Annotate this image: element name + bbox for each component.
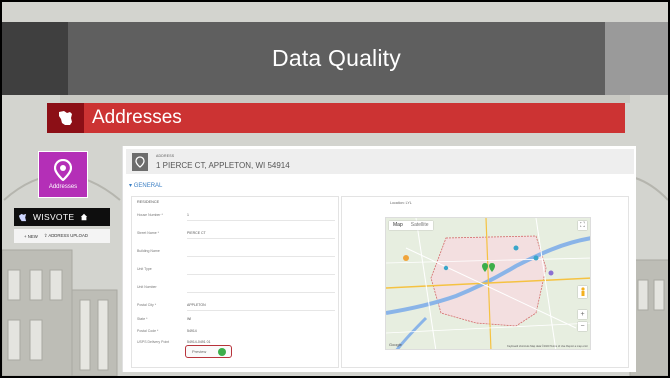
wisvote-logo-icon [18, 213, 27, 221]
address-upload-label: ADDRESS UPLOAD [48, 233, 88, 238]
residence-title: RESIDENCE [137, 200, 160, 204]
pegman-figure [580, 287, 585, 296]
new-button[interactable]: + NEW [24, 234, 38, 239]
field-label: USPS Delivery Point [137, 340, 170, 344]
map-tiles-image [386, 218, 590, 349]
map-type-tabs: Map Satellite [389, 221, 433, 230]
street-view-pegman-icon[interactable] [578, 286, 587, 298]
field-label: Unit Number [137, 285, 157, 289]
field-label: Unit Type [137, 267, 152, 271]
wisvote-title: WISVOTE [33, 212, 75, 222]
field-house-number[interactable]: House Number * 1 [137, 211, 335, 223]
fullscreen-icon[interactable]: ⛶ [578, 221, 587, 230]
zoom-in-icon[interactable]: + [578, 310, 587, 319]
field-underline [187, 274, 335, 275]
wisvote-nav-bar: WISVOTE [14, 208, 110, 226]
map-tab-satellite[interactable]: Satellite [407, 221, 433, 230]
field-street-name[interactable]: Street Name * PIERCE CT [137, 229, 335, 241]
field-value: 54914 [187, 329, 197, 333]
home-icon[interactable] [80, 213, 88, 221]
field-underline [187, 310, 335, 311]
field-underline [187, 292, 335, 293]
map-brand-label: Google [389, 342, 402, 347]
field-value: APPLETON [187, 303, 206, 307]
title-bar-right-block [605, 22, 668, 95]
zoom-out-icon[interactable]: − [578, 322, 587, 331]
record-header: ADDRESS 1 PIERCE CT, APPLETON, WI 54914 [126, 149, 634, 174]
map-card: Location: LYL Map Satellite ⛶ + − Google… [341, 196, 629, 368]
address-map[interactable]: Map Satellite ⛶ + − Google Keyboard shor… [385, 217, 591, 350]
field-state[interactable]: State * WI [137, 315, 335, 327]
field-label: Postal Code * [137, 329, 159, 333]
field-underline [187, 256, 335, 257]
field-value: PIERCE CT [187, 231, 206, 235]
field-value: WI [187, 317, 192, 321]
preview-label: Preview [192, 349, 207, 354]
field-unit-number[interactable]: Unit Number [137, 283, 335, 295]
title-bar: Data Quality [68, 22, 605, 95]
location-pin-icon [135, 155, 145, 168]
geolocation-label: Location: LYL [390, 201, 412, 205]
section-title: Addresses [92, 107, 182, 128]
plus-icon: + [24, 233, 27, 239]
map-footer-links[interactable]: Keyboard shortcuts Map data ©2020 Terms … [507, 345, 588, 348]
record-type-label: ADDRESS [156, 154, 175, 158]
field-label: Building Name [137, 249, 160, 253]
field-label: Street Name * [137, 231, 159, 235]
field-value: 1 [187, 213, 189, 217]
field-underline [187, 238, 335, 239]
map-tab-map[interactable]: Map [389, 221, 407, 230]
preview-toggle-button[interactable]: Preview [185, 345, 232, 358]
section-header: Addresses [47, 103, 625, 133]
wisconsin-map-icon [58, 111, 72, 125]
field-label: State * [137, 317, 148, 321]
slide: Data Quality Addresses Addresses WISVOTE… [0, 0, 670, 378]
field-value: 54914-0491 01 [187, 340, 211, 344]
field-underline [187, 220, 335, 221]
field-usps-delivery-point[interactable]: USPS Delivery Point 54914-0491 01 [137, 338, 335, 350]
address-record-panel: ADDRESS 1 PIERCE CT, APPLETON, WI 54914 … [122, 146, 636, 372]
address-upload-button[interactable]: ⇪ ADDRESS UPLOAD [44, 233, 88, 239]
wisconsin-state-logo [47, 103, 84, 133]
residence-card: RESIDENCE House Number * 1 Street Name *… [131, 196, 339, 368]
upload-icon: ⇪ [43, 233, 48, 238]
field-unit-type[interactable]: Unit Type [137, 265, 335, 277]
new-label: NEW [27, 233, 38, 239]
field-label: House Number * [137, 213, 163, 217]
wisvote-action-bar: + NEW ⇪ ADDRESS UPLOAD [14, 229, 110, 243]
preview-toggle-indicator [218, 348, 226, 356]
title-bar-left-block [2, 22, 68, 95]
address-record-icon [132, 152, 148, 171]
general-section-toggle[interactable]: ▾ GENERAL [129, 182, 162, 189]
location-pin-icon [54, 159, 72, 181]
location-marker-icon [482, 263, 495, 272]
field-building-name[interactable]: Building Name [137, 247, 335, 259]
slide-title: Data Quality [272, 45, 401, 71]
field-label: Postal City * [137, 303, 157, 307]
field-postal-city[interactable]: Postal City * APPLETON [137, 301, 335, 313]
record-address-line: 1 PIERCE CT, APPLETON, WI 54914 [156, 161, 290, 170]
general-label: GENERAL [133, 183, 163, 189]
tile-label: Addresses [48, 184, 78, 190]
addresses-tile[interactable]: Addresses [38, 151, 88, 198]
